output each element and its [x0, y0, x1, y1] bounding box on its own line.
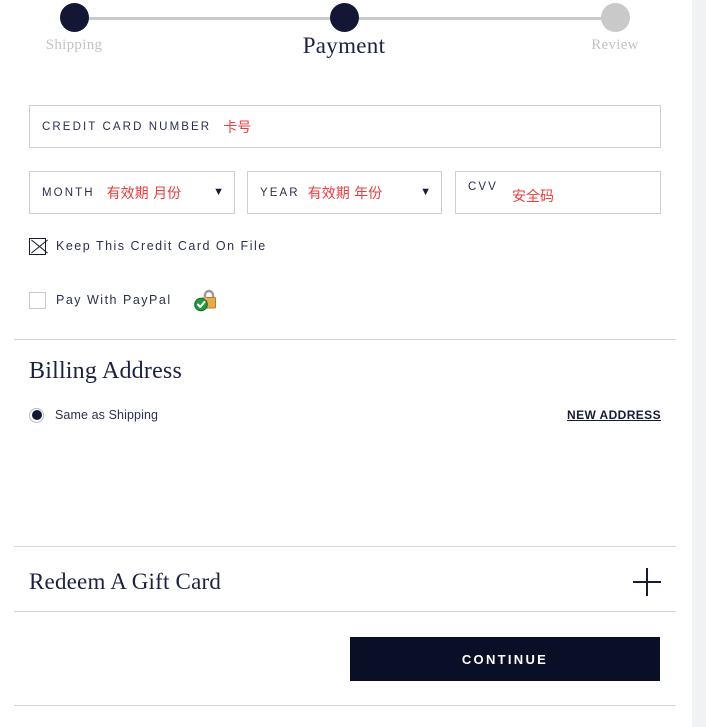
continue-button[interactable]: CONTINUE — [350, 637, 660, 681]
redeem-gift-card-row[interactable]: Redeem A Gift Card — [29, 562, 661, 602]
expiry-year-label: YEAR — [260, 186, 300, 199]
checkout-page: Shipping Payment Review CREDIT CARD NUMB… — [0, 0, 691, 727]
page-scrollbar-gutter[interactable] — [691, 0, 706, 727]
redeem-gift-card-title: Redeem A Gift Card — [29, 569, 222, 594]
checkout-stepper: Shipping Payment Review — [0, 0, 691, 70]
chevron-down-icon: ▼ — [420, 186, 431, 198]
pay-with-paypal-checkbox[interactable] — [29, 291, 46, 309]
stepper-dot-shipping — [60, 3, 89, 32]
same-as-shipping-radio[interactable] — [29, 407, 44, 423]
credit-card-number-label: CREDIT CARD NUMBER — [42, 120, 212, 133]
keep-card-on-file-checkbox[interactable] — [29, 237, 46, 255]
keep-card-on-file-row[interactable]: Keep This Credit Card On File — [29, 236, 267, 256]
pay-with-paypal-row[interactable]: Pay With PayPal — [29, 288, 220, 312]
chevron-down-icon: ▼ — [213, 186, 224, 198]
plus-icon[interactable] — [633, 568, 661, 596]
stepper-label-payment: Payment — [302, 33, 386, 58]
cvv-label: CVV — [468, 181, 498, 193]
stepper-dot-review — [601, 3, 630, 32]
divider — [14, 611, 676, 612]
credit-card-number-value: 卡号 — [223, 119, 252, 136]
keep-card-on-file-label: Keep This Credit Card On File — [56, 239, 267, 253]
stepper-label-review: Review — [591, 37, 639, 53]
expiry-month-value: 有效期 月份 — [106, 185, 182, 202]
cvv-value: 安全码 — [511, 188, 554, 205]
expiry-year-value: 有效期 年份 — [307, 185, 383, 202]
pay-with-paypal-label: Pay With PayPal — [56, 293, 172, 307]
new-address-link[interactable]: NEW ADDRESS — [567, 408, 661, 422]
billing-address-title: Billing Address — [29, 358, 183, 384]
divider — [14, 705, 676, 706]
expiry-month-select[interactable]: MONTH 有效期 月份 ▼ — [29, 171, 235, 214]
stepper-track-payment-review — [344, 17, 615, 20]
credit-card-number-field[interactable]: CREDIT CARD NUMBER 卡号 — [29, 105, 661, 148]
divider — [14, 546, 676, 547]
expiry-month-label: MONTH — [42, 186, 95, 199]
stepper-label-shipping: Shipping — [45, 37, 103, 53]
secure-lock-icon — [193, 288, 220, 312]
billing-address-options-row: Same as Shipping NEW ADDRESS — [29, 406, 661, 424]
stepper-dot-payment — [330, 3, 359, 32]
stepper-track-shipping-payment — [74, 17, 344, 20]
expiry-year-select[interactable]: YEAR 有效期 年份 ▼ — [247, 171, 442, 214]
same-as-shipping-label: Same as Shipping — [55, 408, 159, 422]
divider — [14, 339, 676, 340]
cvv-field[interactable]: CVV 安全码 — [455, 171, 661, 214]
